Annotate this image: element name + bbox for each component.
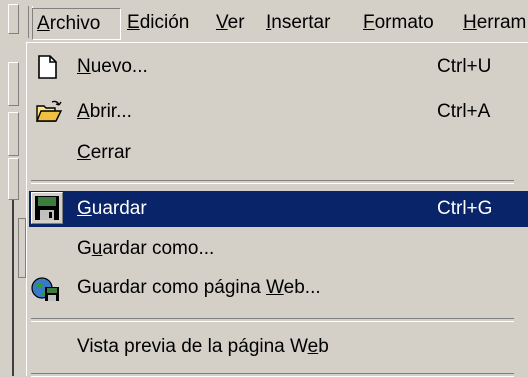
menu-item-cerrar[interactable]: Cerrar (29, 135, 528, 171)
menu-bar: Archivo Edición Ver Insertar Formato Her… (24, 0, 528, 44)
document-edge (18, 218, 26, 278)
menu-item-nuevo[interactable]: Nuevo... Ctrl+U (29, 49, 528, 85)
menu-item-guardar-web[interactable]: Guardar como página Web... (29, 270, 528, 306)
menu-herramientas[interactable]: Herram (459, 8, 528, 40)
menu-item-guardar-como[interactable]: Guardar como... (29, 231, 528, 267)
menu-separator (31, 180, 514, 184)
save-as-web-icon (31, 275, 59, 301)
new-document-icon (35, 54, 61, 80)
save-disk-icon (31, 192, 63, 224)
menu-edicion[interactable]: Edición (123, 8, 193, 40)
menu-item-label: Cerrar (77, 142, 131, 163)
menu-item-label: Vista previa de la página Web (77, 336, 329, 357)
menu-item-label: Guardar (77, 198, 147, 219)
menu-item-vista-previa-web[interactable]: Vista previa de la página Web (29, 329, 528, 365)
file-menu-dropdown: Nuevo... Ctrl+U Abrir... Ctrl+A Cerrar G… (26, 42, 528, 377)
menu-separator (31, 318, 514, 322)
menu-formato[interactable]: Formato (359, 8, 438, 40)
menu-item-shortcut: Ctrl+U (437, 56, 492, 77)
window-edge (0, 200, 14, 376)
toolbar-grip[interactable] (8, 62, 19, 106)
toolbar-grip[interactable] (8, 158, 19, 200)
menu-archivo[interactable]: Archivo (32, 8, 121, 40)
menu-separator (31, 373, 514, 377)
menu-item-shortcut: Ctrl+G (437, 198, 493, 219)
toolbar-grip[interactable] (8, 112, 19, 156)
menu-item-abrir[interactable]: Abrir... Ctrl+A (29, 94, 528, 130)
menu-item-label: Guardar como página Web... (77, 277, 321, 298)
menu-item-label: Guardar como... (77, 238, 215, 259)
menu-item-shortcut: Ctrl+A (437, 101, 491, 122)
menu-item-guardar[interactable]: Guardar Ctrl+G (29, 191, 528, 227)
menu-item-label: Abrir... (77, 101, 132, 122)
open-folder-icon (35, 99, 63, 125)
menu-item-label: Nuevo... (77, 56, 148, 77)
menu-insertar[interactable]: Insertar (262, 8, 334, 40)
menu-ver[interactable]: Ver (212, 8, 249, 40)
toolbar-grip[interactable] (8, 4, 19, 34)
